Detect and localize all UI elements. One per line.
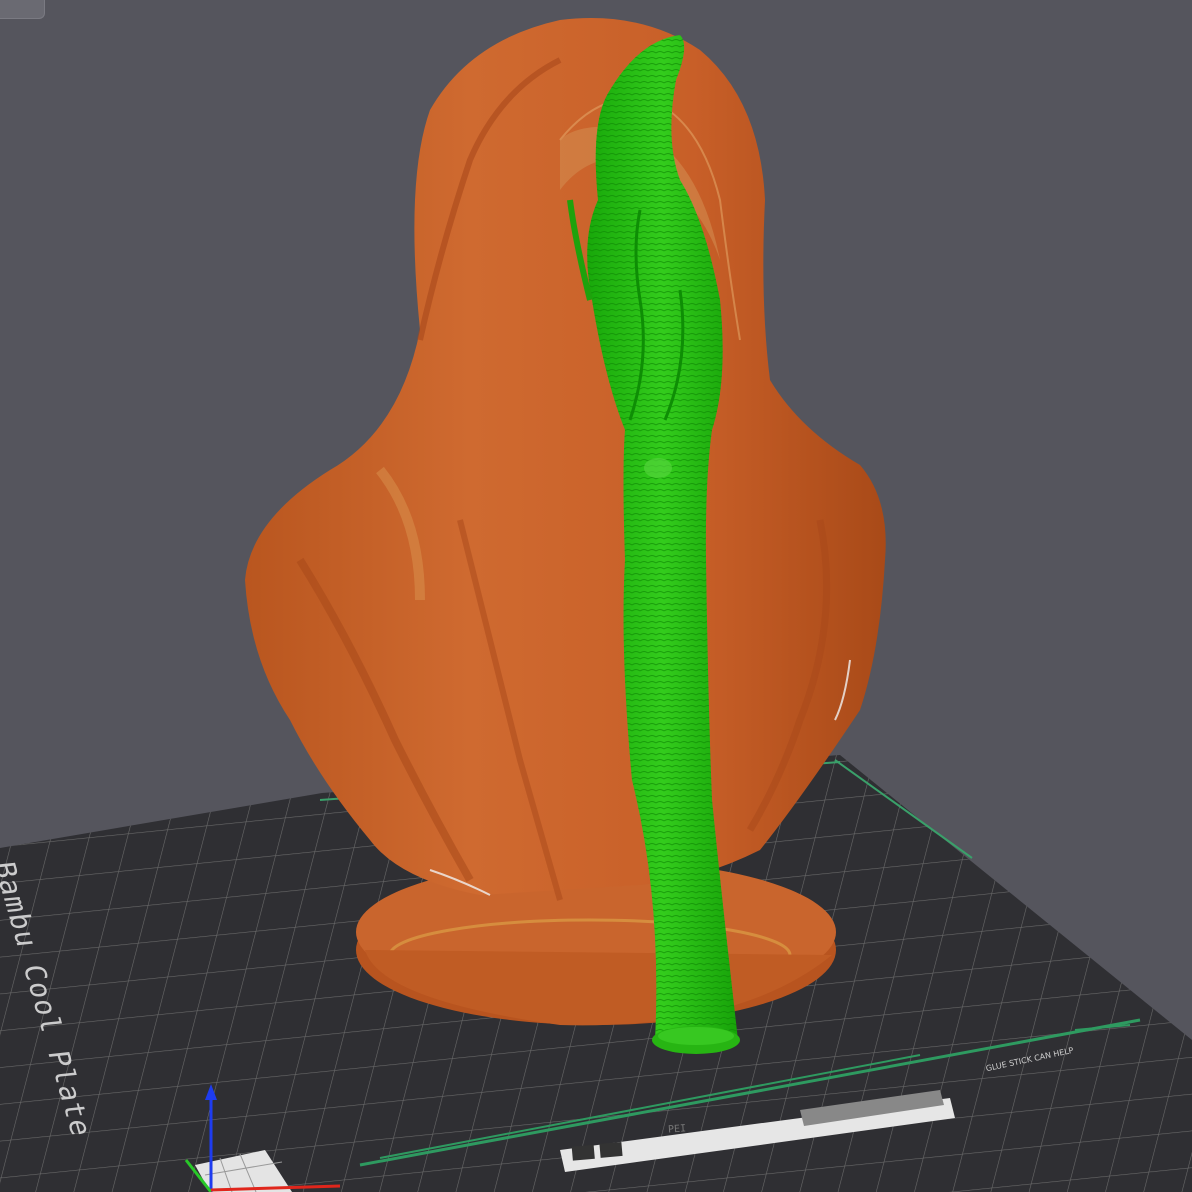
scene-canvas[interactable] xyxy=(0,0,1192,1192)
hooded-bust-model[interactable] xyxy=(245,18,886,901)
plate-code-label: PEI xyxy=(667,1123,687,1136)
3d-viewport[interactable]: Bambu Cool Plate GLUE STICK CAN HELP PEI xyxy=(0,0,1192,1192)
